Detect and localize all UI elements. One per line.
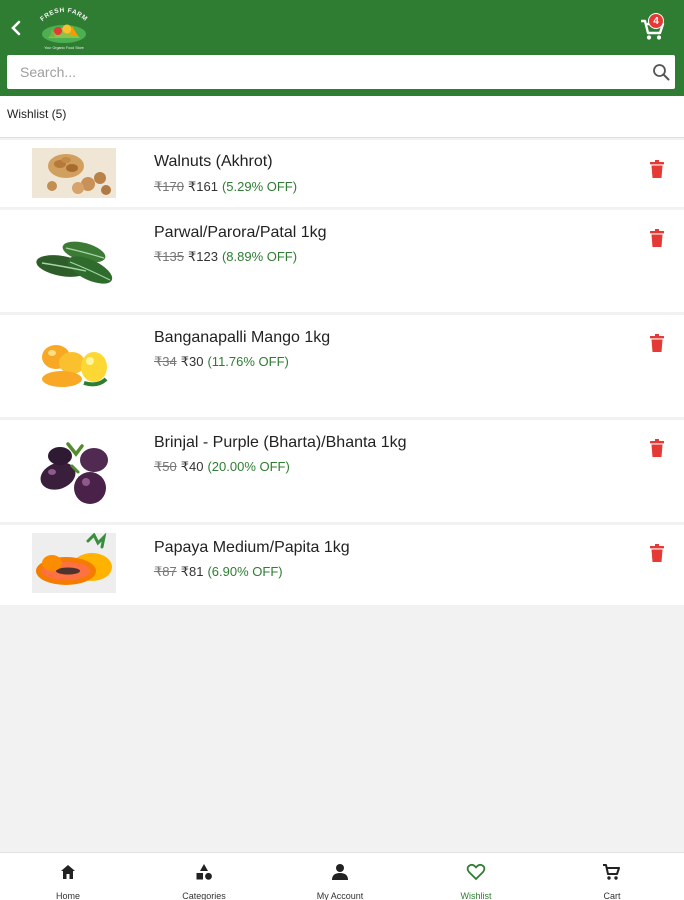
trash-icon[interactable] bbox=[650, 229, 664, 247]
trash-icon[interactable] bbox=[650, 334, 664, 352]
wishlist-header: Wishlist (5) bbox=[0, 96, 684, 138]
trash-icon[interactable] bbox=[650, 439, 664, 457]
back-button[interactable] bbox=[6, 16, 28, 40]
heart-icon bbox=[466, 863, 486, 880]
brinjal-image bbox=[32, 436, 116, 508]
search-input[interactable] bbox=[7, 55, 637, 89]
parwal-image bbox=[32, 230, 116, 290]
original-price: ₹135 bbox=[154, 249, 184, 264]
discount-label: (5.29% OFF) bbox=[221, 179, 298, 194]
fresh-farm-logo: FRESH FARM Your Organic Food Store bbox=[39, 7, 89, 50]
sale-price: ₹40 bbox=[180, 459, 204, 474]
sale-price: ₹81 bbox=[180, 564, 204, 579]
original-price: ₹87 bbox=[154, 564, 177, 579]
discount-label: (6.90% OFF) bbox=[207, 564, 283, 579]
item-price: ₹50 ₹40 (20.00% OFF) bbox=[154, 459, 290, 475]
discount-label: (8.89% OFF) bbox=[221, 249, 298, 264]
sale-price: ₹123 bbox=[187, 249, 218, 264]
categories-icon bbox=[196, 864, 212, 880]
nav-categories[interactable]: Categories bbox=[136, 853, 272, 900]
search-bar bbox=[7, 55, 675, 89]
wishlist-item-mango[interactable]: Banganapalli Mango 1kg ₹34 ₹30 (11.76% OFF… bbox=[0, 315, 684, 417]
cart-count-badge: 4 bbox=[648, 13, 664, 29]
item-name: Banganapalli Mango 1kg bbox=[154, 329, 331, 346]
logo-tagline: Your Organic Food Store bbox=[44, 46, 84, 50]
item-name: Brinjal - Purple (Bharta)/Bhanta 1kg bbox=[154, 434, 407, 451]
original-price: ₹50 bbox=[154, 459, 177, 474]
chevron-left-icon bbox=[11, 20, 21, 36]
nav-wishlist[interactable]: Wishlist bbox=[408, 853, 544, 900]
nav-label: Cart bbox=[603, 891, 621, 900]
item-price: ₹170 ₹161 (5.29% OFF) bbox=[154, 179, 297, 195]
wishlist-item-brinjal[interactable]: Brinjal - Purple (Bharta)/Bhanta 1kg ₹50… bbox=[0, 420, 684, 522]
walnuts-image bbox=[32, 148, 116, 198]
trash-icon[interactable] bbox=[650, 544, 664, 562]
nav-label: My Account bbox=[316, 891, 364, 900]
wishlist-item-papaya[interactable]: Papaya Medium/Papita 1kg ₹87 ₹81 (6.90% OF… bbox=[0, 525, 684, 605]
item-name: Papaya Medium/Papita 1kg bbox=[154, 539, 350, 556]
home-icon bbox=[61, 865, 75, 879]
wishlist-title: Wishlist (5) bbox=[7, 107, 67, 121]
discount-label: (11.76% OFF) bbox=[207, 354, 289, 369]
mango-image bbox=[32, 335, 116, 395]
item-price: ₹34 ₹30 (11.76% OFF) bbox=[154, 354, 289, 370]
svg-text:FRESH FARM: FRESH FARM bbox=[39, 7, 89, 23]
trash-icon[interactable] bbox=[650, 160, 664, 178]
item-name: Parwal/Parora/Patal 1kg bbox=[154, 224, 327, 241]
person-icon bbox=[332, 864, 348, 880]
original-price: ₹34 bbox=[154, 354, 177, 369]
papaya-image bbox=[32, 533, 116, 593]
nav-home[interactable]: Home bbox=[0, 853, 136, 900]
search-icon[interactable] bbox=[652, 63, 670, 81]
sale-price: ₹161 bbox=[187, 179, 218, 194]
original-price: ₹170 bbox=[154, 179, 184, 194]
wishlist-item-parwal[interactable]: Parwal/Parora/Patal 1kg ₹135 ₹123 (8.89% O… bbox=[0, 210, 684, 312]
nav-label: Wishlist bbox=[460, 891, 492, 900]
wishlist-item-walnuts[interactable]: Walnuts (Akhrot) ₹170 ₹161 (5.29% OFF) bbox=[0, 140, 684, 207]
nav-cart[interactable]: Cart bbox=[544, 853, 680, 900]
item-price: ₹87 ₹81 (6.90% OFF) bbox=[154, 564, 283, 580]
discount-label: (20.00% OFF) bbox=[207, 459, 290, 474]
nav-label: Home bbox=[55, 891, 80, 900]
nav-my-account[interactable]: My Account bbox=[272, 853, 408, 900]
cart-icon bbox=[603, 864, 620, 880]
sale-price: ₹30 bbox=[180, 354, 204, 369]
logo-text: FRESH FARM bbox=[39, 7, 88, 23]
nav-label: Categories bbox=[182, 891, 226, 900]
app-header: FRESH FARM Your Organic Food Store 4 bbox=[0, 0, 684, 96]
bottom-navigation: Home Categories My Account Wishlist Cart bbox=[0, 852, 684, 900]
item-price: ₹135 ₹123 (8.89% OFF) bbox=[154, 249, 297, 265]
item-name: Walnuts (Akhrot) bbox=[154, 153, 273, 170]
